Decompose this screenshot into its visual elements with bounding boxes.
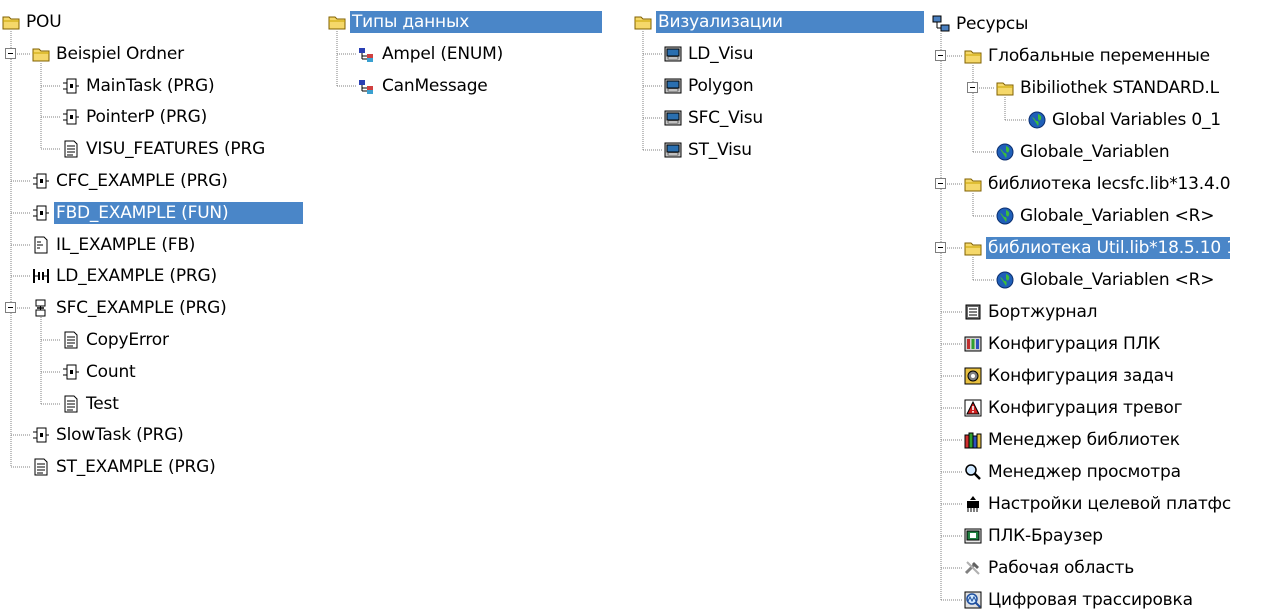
globe-icon	[996, 271, 1014, 289]
visu-icon	[664, 141, 682, 159]
tree-item-label: SFC_Visu	[688, 108, 763, 128]
tree-item-label: Цифровая трассировка	[988, 590, 1193, 610]
document-icon	[62, 331, 80, 349]
ld-icon	[32, 267, 50, 285]
tree-item-label: CanMessage	[382, 76, 488, 96]
tree-item-label: библиотека Util.lib*18.5.10 1	[986, 237, 1230, 259]
folder-icon	[964, 239, 982, 257]
fbd-icon	[62, 108, 80, 126]
task-config-icon	[964, 367, 982, 385]
fbd-icon	[32, 172, 50, 190]
sfc-icon	[32, 299, 50, 317]
fbd-icon	[32, 426, 50, 444]
tree-item-label: ST_EXAMPLE (PRG)	[56, 457, 216, 477]
folder-icon	[964, 175, 982, 193]
il-icon	[32, 236, 50, 254]
collapse-toggle[interactable]	[967, 82, 978, 93]
globe-icon	[1028, 111, 1046, 129]
folder-icon	[964, 47, 982, 65]
visu-icon	[664, 45, 682, 63]
trace-icon	[964, 591, 982, 609]
tree-item-label: LD_EXAMPLE (PRG)	[56, 266, 217, 286]
tree-item-label: CFC_EXAMPLE (PRG)	[56, 171, 228, 191]
tree-item-label: SFC_EXAMPLE (PRG)	[56, 298, 227, 318]
globe-icon	[996, 143, 1014, 161]
tree-item-label: FBD_EXAMPLE (FUN)	[54, 202, 303, 224]
folder-icon	[32, 45, 50, 63]
tree-item-label: Конфигурация ПЛК	[988, 334, 1161, 354]
tree-item-label: Типы данных	[350, 11, 602, 33]
plc-config-icon	[964, 335, 982, 353]
tree-item-label: Count	[86, 362, 136, 382]
tree-item-label: MainTask (PRG)	[86, 76, 215, 96]
fbd-icon	[62, 363, 80, 381]
datatype-icon	[358, 77, 376, 95]
resources-icon	[932, 15, 950, 33]
folder-icon	[634, 13, 652, 31]
tree-item-label: Beispiel Ordner	[56, 44, 184, 64]
tree-item-label: Настройки целевой платфс	[988, 494, 1232, 514]
document-icon	[62, 140, 80, 158]
watch-manager-icon	[964, 463, 982, 481]
datatype-icon	[358, 45, 376, 63]
tree-item-label: VISU_FEATURES (PRG	[86, 139, 266, 159]
tree-item-label: PointerP (PRG)	[86, 107, 208, 127]
collapse-toggle[interactable]	[935, 50, 946, 61]
fbd-icon	[32, 204, 50, 222]
globe-icon	[996, 207, 1014, 225]
logbook-icon	[964, 303, 982, 321]
tree-item-label: Глобальные переменные	[988, 46, 1210, 66]
collapse-toggle[interactable]	[5, 48, 16, 59]
tree-item-label: LD_Visu	[688, 44, 754, 64]
tree-item-label: IL_EXAMPLE (FB)	[56, 235, 196, 255]
tree-item-label: ПЛК-Браузер	[988, 526, 1103, 546]
tree-item-label: SlowTask (PRG)	[56, 425, 184, 445]
tree-item-label: Ресурсы	[956, 14, 1029, 34]
tree-item-label: POU	[26, 12, 62, 32]
target-settings-icon	[964, 495, 982, 513]
tree-item-label: Визуализации	[656, 11, 924, 33]
fbd-icon	[62, 77, 80, 95]
tree-item-label: Globale_Variablen <R>	[1020, 270, 1215, 290]
tree-item-label: ST_Visu	[688, 140, 752, 160]
collapse-toggle[interactable]	[935, 178, 946, 189]
tree-item-label: Менеджер просмотра	[988, 462, 1181, 482]
folder-icon	[2, 13, 20, 31]
document-icon	[62, 395, 80, 413]
tree-item-label: Global Variables 0_1	[1052, 110, 1221, 130]
workspace-icon	[964, 559, 982, 577]
tree-item-label: Globale_Variablen	[1020, 142, 1170, 162]
visu-icon	[664, 77, 682, 95]
folder-icon	[996, 79, 1014, 97]
tree-item-label: Ampel (ENUM)	[382, 44, 503, 64]
tree-item-label: Конфигурация тревог	[988, 398, 1183, 418]
document-icon	[32, 458, 50, 476]
tree-item-label: Рабочая область	[988, 558, 1135, 578]
folder-icon	[328, 13, 346, 31]
tree-item-label: CopyError	[86, 330, 169, 350]
tree-item-label: Бортжурнал	[988, 302, 1098, 322]
tree-item-label: библиотека Iecsfc.lib*13.4.0	[988, 174, 1231, 194]
plc-browser-icon	[964, 527, 982, 545]
tree-item-label: Test	[86, 394, 119, 414]
library-manager-icon	[964, 431, 982, 449]
tree-item-label: Polygon	[688, 76, 754, 96]
alarm-icon	[964, 399, 982, 417]
collapse-toggle[interactable]	[935, 242, 946, 253]
visu-icon	[664, 109, 682, 127]
tree-item-label: Bibiliothek STANDARD.L	[1020, 78, 1219, 98]
tree-item-label: Globale_Variablen <R>	[1020, 206, 1215, 226]
tree-item-label: Менеджер библиотек	[988, 430, 1180, 450]
tree-item-label: Конфигурация задач	[988, 366, 1174, 386]
collapse-toggle[interactable]	[5, 302, 16, 313]
